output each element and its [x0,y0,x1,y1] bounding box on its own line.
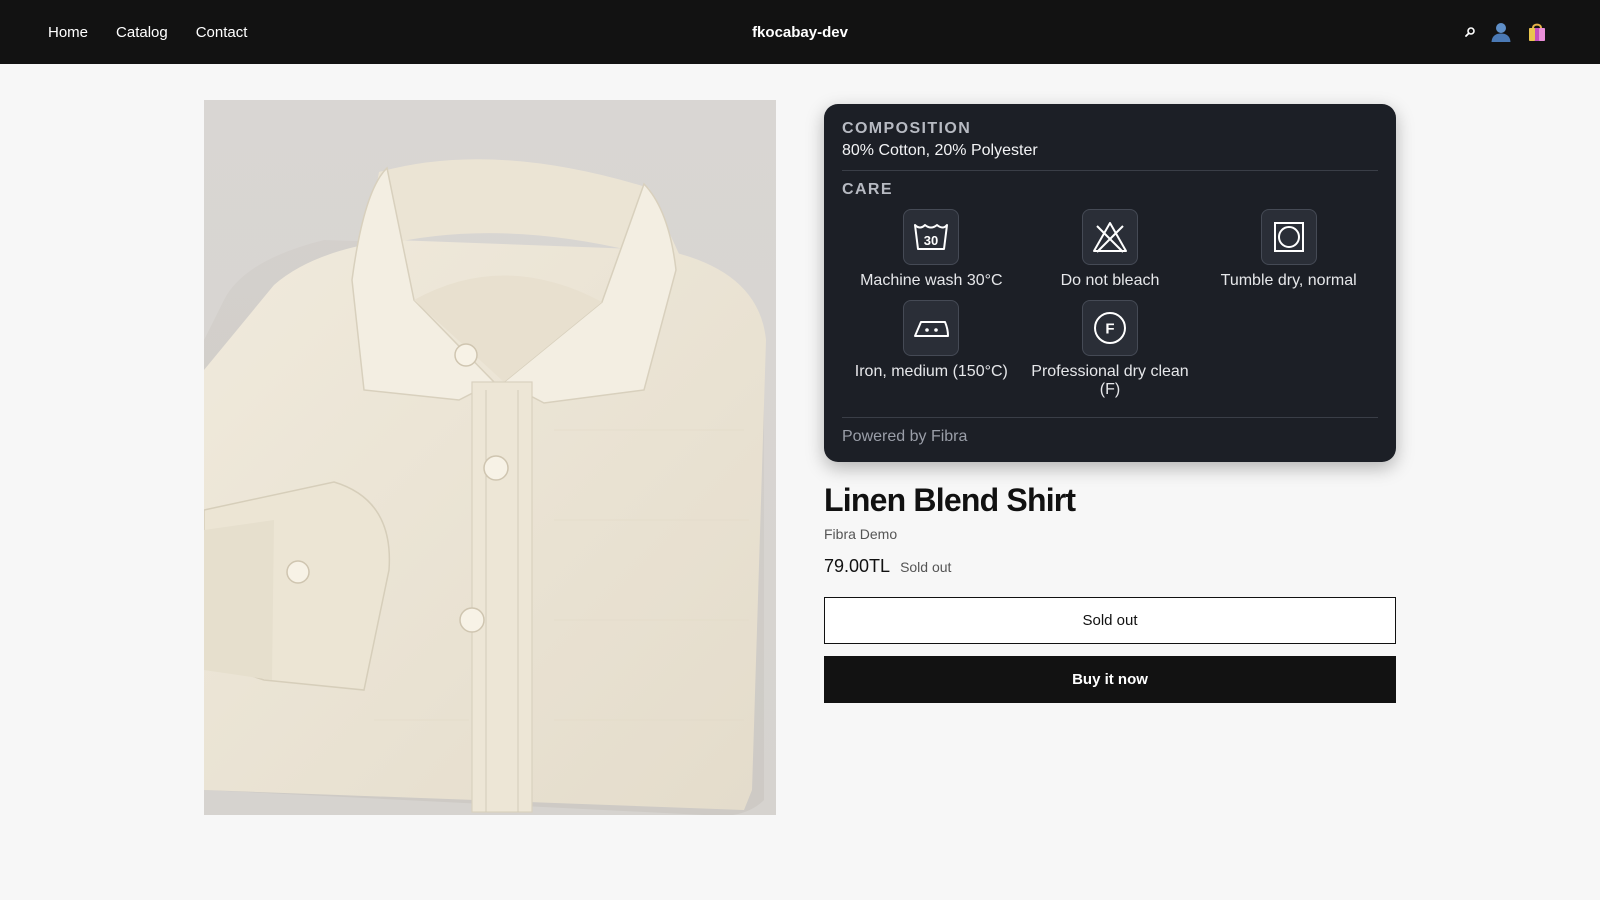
care-item-dryclean: F Professional dry clean (F) [1021,300,1200,399]
main-nav: Home Catalog Contact [48,0,247,64]
sold-out-badge: Sold out [900,559,952,575]
buy-it-now-button[interactable]: Buy it now [824,656,1396,703]
cart-icon[interactable] [1526,21,1548,43]
iron-medium-icon [903,300,960,356]
divider [842,170,1378,171]
site-header: Home Catalog Contact fkocabay-dev [0,0,1600,64]
care-grid: 30 Machine wash 30°C Do not bleach Tumbl… [842,209,1378,399]
care-item-wash: 30 Machine wash 30°C [842,209,1021,290]
dry-clean-letter: F [1105,321,1114,338]
price-row: 79.00TL Sold out [824,556,951,577]
shirt-illustration [204,159,766,815]
care-item-dry: Tumble dry, normal [1199,209,1378,290]
nav-catalog-link[interactable]: Catalog [116,24,168,41]
nav-home-link[interactable]: Home [48,24,88,41]
header-icons [1464,0,1548,64]
dry-clean-f-icon: F [1081,300,1138,356]
divider [842,417,1378,418]
product-title: Linen Blend Shirt [824,482,1076,518]
wash-30-icon: 30 [903,209,960,265]
nav-contact-link[interactable]: Contact [196,24,248,41]
tumble-dry-icon [1260,209,1317,265]
care-label-dry: Tumble dry, normal [1220,272,1357,289]
product-image[interactable] [204,100,776,815]
care-label-bleach: Do not bleach [1060,272,1160,289]
care-label: CARE [842,181,893,198]
care-item-iron: Iron, medium (150°C) [842,300,1021,399]
care-label-wash: Machine wash 30°C [860,272,1003,289]
store-brand-link[interactable]: fkocabay-dev [752,24,848,41]
sold-out-button[interactable]: Sold out [824,597,1396,644]
care-item-bleach: Do not bleach [1021,209,1200,290]
powered-by-fibra[interactable]: Powered by Fibra [842,428,1378,446]
composition-label: COMPOSITION [842,120,972,137]
care-label-iron: Iron, medium (150°C) [854,363,1008,380]
fibra-care-card: COMPOSITION 80% Cotton, 20% Polyester CA… [824,104,1396,462]
wash-temp-text: 30 [924,233,938,248]
composition-value: 80% Cotton, 20% Polyester [842,142,1038,159]
care-label-dryclean: Professional dry clean (F) [1031,363,1189,398]
product-price: 79.00TL [824,556,891,576]
search-icon[interactable] [1464,26,1476,38]
product-vendor: Fibra Demo [824,526,898,542]
no-bleach-icon [1081,209,1138,265]
account-icon[interactable] [1490,21,1512,43]
